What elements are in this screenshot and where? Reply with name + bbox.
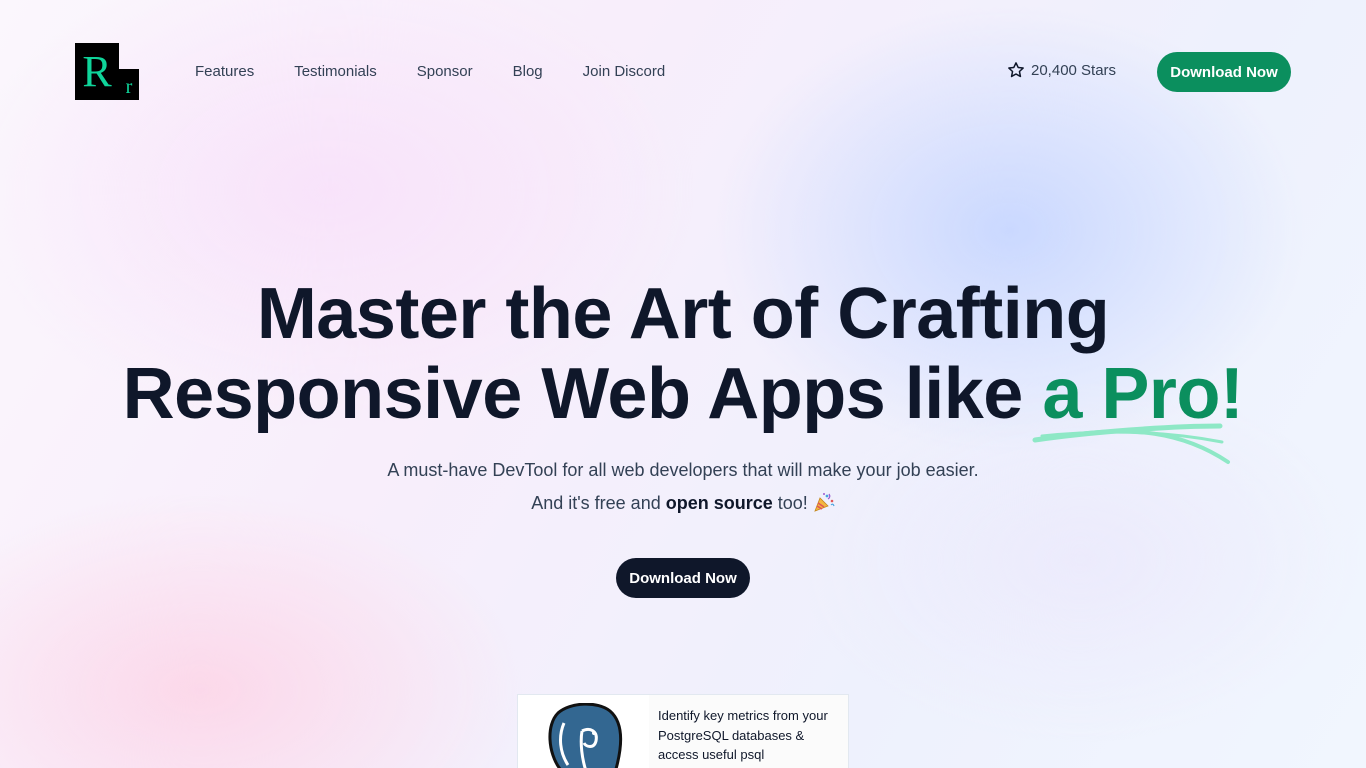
hero-subtitle: A must-have DevTool for all web develope…: [387, 460, 979, 480]
header-download-button[interactable]: Download Now: [1157, 52, 1291, 92]
logo-letter-big: R: [75, 43, 119, 100]
star-icon: [1008, 62, 1024, 78]
hero-download-button[interactable]: Download Now: [616, 558, 750, 598]
open-source-text: open source: [665, 493, 773, 513]
sponsor-logo: [518, 695, 649, 768]
headline-line-2: Responsive Web Apps like: [122, 354, 1043, 434]
postgresql-elephant-icon: [548, 703, 623, 768]
nav-link-join-discord[interactable]: Join Discord: [583, 62, 666, 82]
stars-count: 20,400 Stars: [1031, 61, 1117, 79]
main-nav: Features Testimonials Sponsor Blog Join …: [195, 62, 705, 82]
nav-link-features[interactable]: Features: [195, 62, 254, 82]
logo-letter-small: r: [119, 69, 139, 100]
subtitle-text-before: And it's free and: [531, 493, 666, 513]
hero-subtitle-2: And it's free and open source too!: [0, 492, 1366, 514]
party-popper-icon: [814, 493, 835, 512]
subtitle-text-after: too!: [772, 493, 813, 513]
nav-link-sponsor[interactable]: Sponsor: [417, 62, 473, 82]
sponsor-card[interactable]: Identify key metrics from your PostgreSQ…: [517, 694, 849, 768]
github-stars-link[interactable]: 20,400 Stars: [1007, 61, 1116, 79]
brand-logo[interactable]: R r: [75, 43, 139, 101]
nav-link-blog[interactable]: Blog: [513, 62, 543, 82]
hero-headline: Master the Art of Crafting Responsive We…: [0, 274, 1366, 434]
sponsor-text: Identify key metrics from your PostgreSQ…: [658, 708, 828, 762]
nav-link-testimonials[interactable]: Testimonials: [294, 62, 377, 82]
headline-line-1: Master the Art of Crafting: [256, 274, 1110, 354]
